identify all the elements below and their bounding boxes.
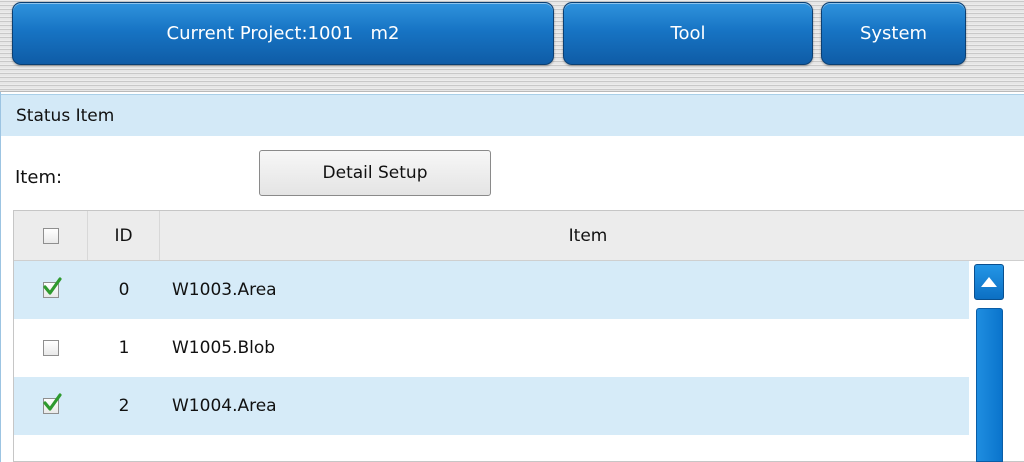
- row-id: 2: [118, 396, 130, 416]
- row-checkbox-cell: [14, 261, 88, 319]
- select-all-checkbox[interactable]: [42, 227, 59, 244]
- table-row[interactable]: 0 W1003.Area: [14, 261, 969, 319]
- row-item: W1005.Blob: [172, 338, 276, 358]
- system-button[interactable]: System: [821, 2, 966, 65]
- item-label: Item:: [15, 167, 63, 188]
- table-row[interactable]: 1 W1005.Blob: [14, 319, 969, 377]
- tool-label: Tool: [670, 23, 706, 44]
- status-item-table: ID Item 0 W1003.Area 1 W1005.Blob 2 W100…: [13, 210, 1024, 462]
- content-area: Status Item Item: Detail Setup ID Item 0…: [0, 92, 1024, 462]
- row-checkbox[interactable]: [43, 340, 59, 356]
- header-id[interactable]: ID: [88, 211, 160, 260]
- row-item: W1004.Area: [172, 396, 277, 416]
- header-select-all-cell: [14, 211, 88, 260]
- row-checkbox-cell: [14, 377, 88, 435]
- row-item: W1003.Area: [172, 280, 277, 300]
- section-header: Status Item: [1, 94, 1024, 136]
- detail-setup-button[interactable]: Detail Setup: [259, 150, 491, 196]
- row-id: 1: [118, 338, 130, 358]
- header-item[interactable]: Item: [160, 211, 1016, 260]
- row-id: 0: [118, 280, 130, 300]
- current-project-label: Current Project:1001 m2: [166, 23, 400, 44]
- app-window: Current Project:1001 m2 Tool System Stat…: [0, 0, 1024, 462]
- checkmark-icon: [43, 277, 62, 295]
- tool-button[interactable]: Tool: [563, 2, 813, 65]
- checkmark-icon: [43, 393, 62, 411]
- table-header: ID Item: [14, 211, 1024, 261]
- detail-setup-label: Detail Setup: [322, 163, 428, 183]
- current-project-button[interactable]: Current Project:1001 m2: [12, 2, 554, 65]
- row-checkbox[interactable]: [43, 277, 62, 298]
- row-checkbox[interactable]: [43, 393, 62, 414]
- section-title: Status Item: [16, 105, 115, 126]
- system-label: System: [859, 23, 928, 44]
- table-row[interactable]: 2 W1004.Area: [14, 377, 969, 435]
- scrollbar-thumb[interactable]: [976, 308, 1003, 462]
- top-toolbar: Current Project:1001 m2 Tool System: [0, 0, 1024, 92]
- triangle-up-icon: [981, 277, 997, 287]
- scroll-up-button[interactable]: [974, 264, 1004, 300]
- row-checkbox-cell: [14, 319, 88, 377]
